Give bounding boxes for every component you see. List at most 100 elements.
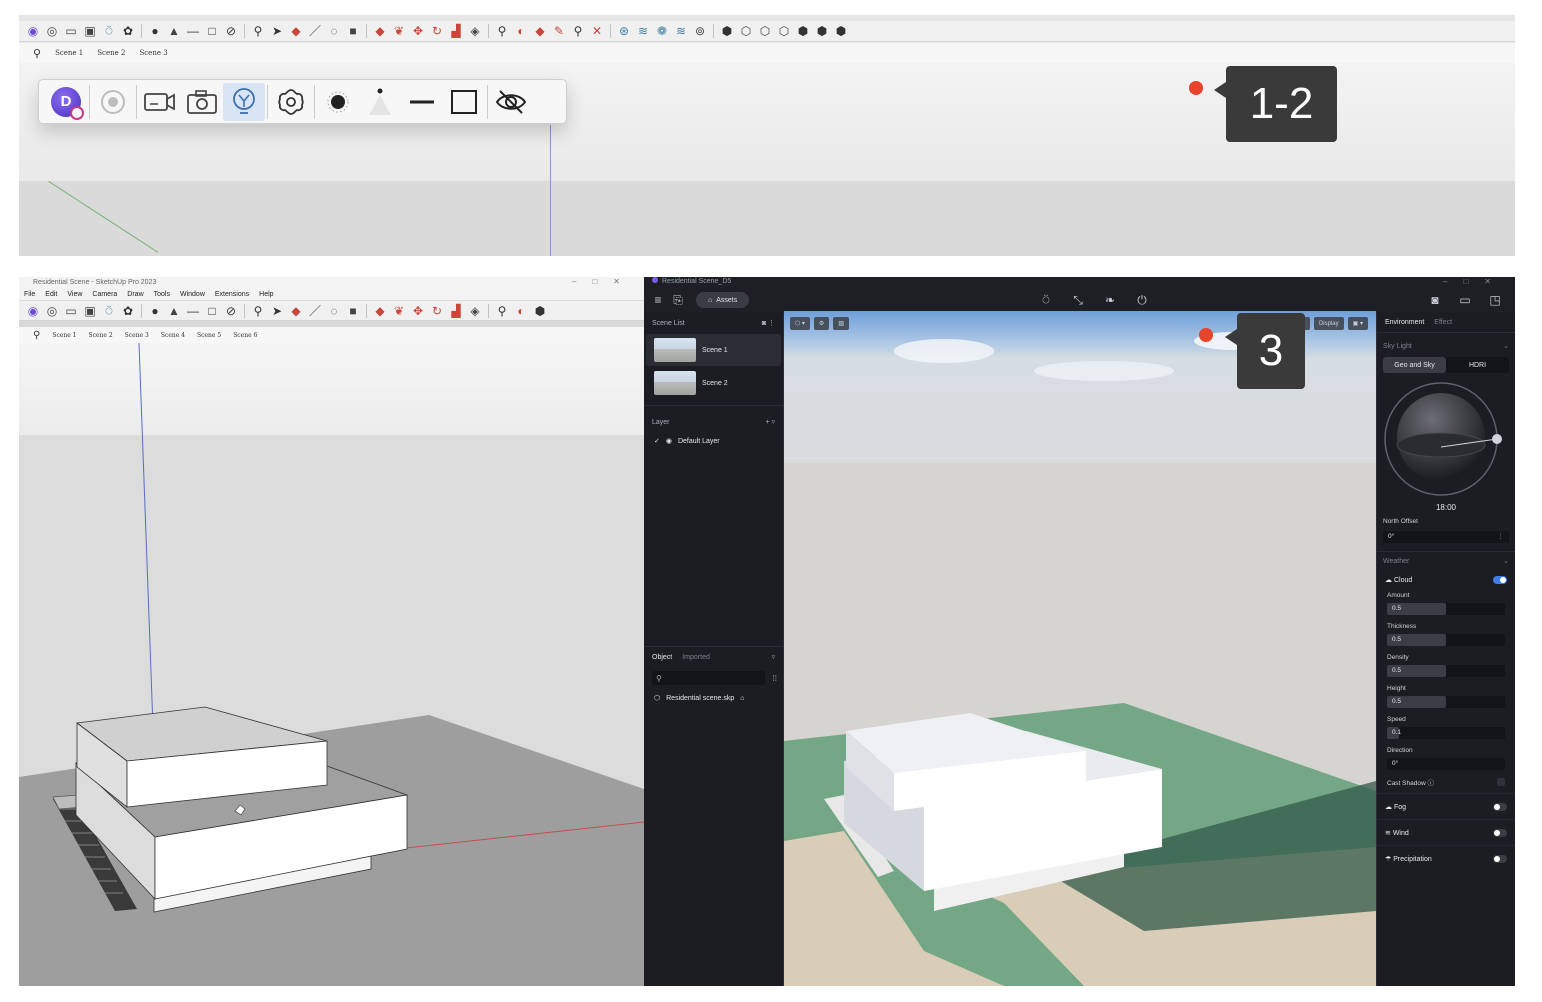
import-icon[interactable]: ⎘: [668, 293, 688, 308]
maximize-icon[interactable]: □: [1463, 277, 1484, 286]
scene-tab[interactable]: Scene 2: [97, 49, 125, 57]
component-icon[interactable]: ❁: [654, 23, 670, 39]
select-arrow-icon[interactable]: ➤: [269, 23, 285, 39]
move-icon[interactable]: ✥: [410, 23, 426, 39]
screenshot-button[interactable]: [181, 83, 223, 121]
grid-view-icon[interactable]: ⁞⁞: [773, 674, 777, 683]
sky-light-header[interactable]: Sky Light ⌄: [1377, 337, 1515, 355]
thickness-slider[interactable]: 0.5: [1387, 634, 1505, 646]
help-icon[interactable]: ⓘ: [1427, 780, 1434, 787]
layer-row[interactable]: ✓ ◉ Default Layer: [644, 432, 783, 450]
north-offset-input[interactable]: 0° ⋮: [1383, 531, 1509, 543]
line-icon[interactable]: ／: [307, 23, 323, 39]
d5-sync-icon[interactable]: ◎: [44, 23, 60, 39]
d5-logo-icon[interactable]: ◉: [25, 23, 41, 39]
fog-toggle[interactable]: [1493, 802, 1507, 811]
wind-toggle[interactable]: [1493, 828, 1507, 837]
scale-icon[interactable]: ▟: [448, 23, 464, 39]
view-front-icon[interactable]: ⬡: [757, 23, 773, 39]
follow-me-icon[interactable]: ❦: [391, 23, 407, 39]
sketchup-model-viewport[interactable]: [19, 277, 644, 986]
hide-icon[interactable]: ⊘: [223, 23, 239, 39]
view-iso-icon[interactable]: ⬢: [719, 23, 735, 39]
settings-button[interactable]: [270, 83, 312, 121]
view-right-icon[interactable]: ⬡: [776, 23, 792, 39]
render-image-icon[interactable]: ◙: [1425, 293, 1445, 307]
tape-measure-icon[interactable]: ⚲: [494, 23, 510, 39]
amount-slider[interactable]: 0.5: [1387, 603, 1505, 615]
sun-position-dial[interactable]: [1377, 375, 1515, 505]
livesync-button[interactable]: [92, 83, 134, 121]
zoom-icon[interactable]: ⚲: [250, 23, 266, 39]
object-item[interactable]: ⬡ Residential scene.skp ⌂: [644, 689, 783, 707]
render-video-icon[interactable]: ▭: [1455, 293, 1475, 307]
lock-icon[interactable]: ⌂: [740, 695, 744, 702]
render-panorama-icon[interactable]: ◳: [1485, 293, 1505, 307]
screenshot-icon[interactable]: ▣: [82, 23, 98, 39]
speed-slider[interactable]: 0.1: [1387, 727, 1505, 739]
scene-tab[interactable]: Scene 1: [55, 49, 83, 57]
point-light-icon[interactable]: ●: [147, 23, 163, 39]
strip-light-icon[interactable]: —: [185, 23, 201, 39]
direction-slider[interactable]: 0°: [1387, 758, 1505, 770]
tab-object[interactable]: Object: [652, 654, 672, 661]
scene-tab[interactable]: Scene 3: [139, 49, 167, 57]
filter-icon[interactable]: ▿: [771, 653, 775, 661]
offset-icon[interactable]: ◈: [467, 23, 483, 39]
area-light-button[interactable]: [443, 83, 485, 121]
light-button[interactable]: [223, 82, 265, 121]
power-icon[interactable]: ⏻: [1132, 293, 1152, 308]
eraser-icon[interactable]: ◆: [288, 23, 304, 39]
menu-icon[interactable]: ≡: [648, 293, 668, 307]
add-layer-icon[interactable]: + ▿: [765, 418, 775, 426]
view-bottom-icon[interactable]: ⬢: [833, 23, 849, 39]
scene-item[interactable]: Scene 1: [646, 334, 781, 366]
d5-render-button[interactable]: D: [45, 83, 87, 121]
light-bulb-icon[interactable]: ⍥: [1036, 293, 1056, 308]
render-options-button[interactable]: ▣ ▾: [1347, 317, 1368, 330]
gallery-icon[interactable]: ▨: [833, 317, 849, 330]
paint-bucket-icon[interactable]: ◐: [513, 23, 529, 39]
tab-effect[interactable]: Effect: [1434, 319, 1452, 326]
layout-icon[interactable]: ≋: [673, 23, 689, 39]
geo-sky-option[interactable]: Geo and Sky: [1383, 357, 1446, 373]
view-back-icon[interactable]: ⬢: [795, 23, 811, 39]
view-top-icon[interactable]: ⬡: [738, 23, 754, 39]
spot-light-icon[interactable]: ▲: [166, 23, 182, 39]
area-light-icon[interactable]: □: [204, 23, 220, 39]
push-pull-icon[interactable]: ◆: [372, 23, 388, 39]
strip-light-button[interactable]: [401, 83, 443, 121]
more-icon[interactable]: ⋮: [1498, 531, 1505, 543]
assets-button[interactable]: ⌂ Assets: [696, 292, 750, 308]
zoom-extents-icon[interactable]: ✕: [589, 23, 605, 39]
camera-icon[interactable]: ▭: [63, 23, 79, 39]
view-left-icon[interactable]: ⬢: [814, 23, 830, 39]
zoom-window-icon[interactable]: ⚲: [570, 23, 586, 39]
camera-export-button[interactable]: [139, 83, 181, 121]
cast-shadow-checkbox[interactable]: [1497, 777, 1505, 786]
object-search-input[interactable]: ⚲: [652, 671, 765, 685]
spot-light-button[interactable]: [359, 83, 401, 121]
tab-imported[interactable]: Imported: [682, 654, 710, 661]
precipitation-toggle[interactable]: [1493, 854, 1507, 863]
display-chip[interactable]: Display: [1313, 317, 1344, 330]
search-icon[interactable]: ⚲: [33, 47, 41, 60]
hdri-option[interactable]: HDRI: [1446, 357, 1509, 373]
scene-item[interactable]: Scene 2: [646, 367, 781, 399]
settings-icon[interactable]: ✿: [120, 23, 136, 39]
pan-icon[interactable]: ✎: [551, 23, 567, 39]
cloud-toggle[interactable]: [1493, 576, 1507, 584]
minimize-icon[interactable]: –: [1443, 277, 1463, 286]
warehouse-icon[interactable]: ⊛: [616, 23, 632, 39]
shape-icon[interactable]: ■: [345, 23, 361, 39]
height-slider[interactable]: 0.5: [1387, 696, 1505, 708]
rotate-icon[interactable]: ↻: [429, 23, 445, 39]
d5-render-viewport[interactable]: ⬡ ▾ ⚙ ▨ Camera Display ▣ ▾: [784, 311, 1376, 986]
eye-icon[interactable]: ◉: [666, 437, 672, 445]
close-icon[interactable]: ✕: [1484, 277, 1507, 286]
view-mode-button[interactable]: ⬡ ▾: [790, 317, 810, 330]
point-light-button[interactable]: [317, 83, 359, 121]
weather-header[interactable]: Weather ⌄: [1377, 552, 1515, 570]
leaf-icon[interactable]: ❧: [1100, 293, 1120, 307]
settings-icon[interactable]: ⚙: [813, 317, 830, 330]
